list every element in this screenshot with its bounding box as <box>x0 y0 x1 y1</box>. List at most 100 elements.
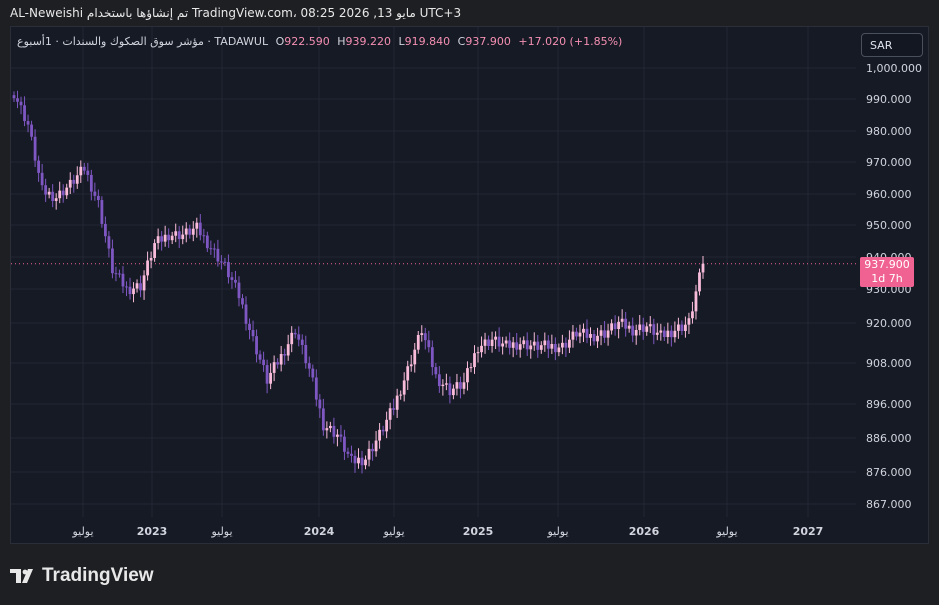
candle-body <box>462 382 466 389</box>
candle-body <box>269 372 273 384</box>
chart-caption: AL-Neweishi تم إنشاؤها باستخدام TradingV… <box>10 6 462 20</box>
candle-body <box>617 321 621 329</box>
candle-body <box>318 399 322 409</box>
candle-body <box>378 429 381 441</box>
candle-body <box>648 324 652 327</box>
candle-body <box>641 324 645 332</box>
candle-body <box>676 324 680 331</box>
candle-body <box>142 275 146 291</box>
candle-body <box>698 272 701 292</box>
candle-body <box>638 324 642 330</box>
candle-body <box>339 434 343 437</box>
candle-body <box>230 277 234 280</box>
candle-body <box>170 235 174 241</box>
candle-body <box>146 260 149 276</box>
candle-body <box>371 448 374 452</box>
candle-body <box>402 380 406 395</box>
candle-body <box>23 105 26 122</box>
candle-body <box>205 235 209 249</box>
candle-body <box>241 298 244 305</box>
candle-body <box>30 124 33 137</box>
x-tick-label: 2027 <box>793 525 824 538</box>
candle-body <box>441 384 445 387</box>
candle-body <box>413 349 417 365</box>
candle-body <box>51 191 55 201</box>
candle-body <box>701 263 705 273</box>
candle-body <box>673 330 677 338</box>
candle-body <box>132 288 135 295</box>
currency-selector-button[interactable]: SAR <box>861 33 923 57</box>
x-tick-label: يوليو <box>546 525 568 538</box>
candle-body <box>79 166 83 176</box>
open-key: O <box>275 35 285 48</box>
candle-body <box>550 344 554 349</box>
candle-body <box>620 318 624 322</box>
brand-name: TradingView <box>42 565 154 586</box>
candle-body <box>290 332 294 345</box>
candle-body <box>258 354 262 360</box>
candle-body <box>86 170 90 175</box>
bar-countdown: 1d 7h <box>871 272 903 285</box>
candle-body <box>564 342 568 348</box>
candle-body <box>539 345 543 350</box>
candle-body <box>532 341 536 346</box>
candle-body <box>297 334 301 340</box>
candle-body <box>276 362 280 365</box>
candle-body <box>188 228 192 235</box>
candle-body <box>455 382 459 389</box>
candle-body <box>385 419 389 432</box>
candle-body <box>406 366 410 381</box>
candle-body <box>515 342 519 350</box>
x-tick-label: يوليو <box>210 525 232 538</box>
x-tick-label: 2024 <box>304 525 335 538</box>
brand-logo[interactable]: TradingView <box>10 563 154 589</box>
candle-body <box>652 324 656 335</box>
candle-body <box>135 283 139 289</box>
candle-body <box>255 336 258 355</box>
candle-body <box>293 332 297 335</box>
candle-body <box>631 325 635 336</box>
candle-body <box>399 394 403 396</box>
candle-body <box>427 340 431 348</box>
candle-body <box>160 236 164 242</box>
y-tick-label: 876.000 <box>866 466 912 479</box>
candle-body <box>684 324 687 331</box>
candle-body <box>40 172 44 186</box>
y-tick-label: 908.000 <box>866 357 912 370</box>
candle-body <box>624 318 628 329</box>
candle-body <box>248 323 251 330</box>
candle-body <box>177 231 181 240</box>
price-chart[interactable]: 1,000.000 990.000 980.000 970.000 960.000 950… <box>11 27 928 543</box>
candle-body <box>669 330 673 338</box>
x-tick-label: يوليو <box>71 525 93 538</box>
chart-area[interactable]: 1,000.000 990.000 980.000 970.000 960.000 950… <box>10 26 929 544</box>
candle-body <box>553 344 557 353</box>
candle-body <box>536 341 540 350</box>
candle-body <box>525 340 529 350</box>
candle-body <box>195 222 199 229</box>
candle-body <box>47 191 51 195</box>
candle-body <box>416 335 420 350</box>
candle-body <box>167 234 171 241</box>
candle-body <box>332 425 336 437</box>
candle-body <box>279 354 283 365</box>
candle-body <box>33 136 37 161</box>
candle-body <box>613 323 617 329</box>
candle-body <box>244 304 248 324</box>
candle-body <box>202 235 206 237</box>
candle-body <box>26 121 30 125</box>
tradingview-logo-icon <box>10 569 33 583</box>
candle-body <box>662 330 666 337</box>
high-value: 939.220 <box>345 35 392 48</box>
candle-body <box>234 279 237 283</box>
high-key: H <box>337 35 346 48</box>
candle-body <box>645 326 649 332</box>
candle-body <box>212 248 216 250</box>
y-tick-label: 920.000 <box>866 317 912 330</box>
candle-body <box>592 334 596 342</box>
candle-body <box>54 198 58 201</box>
candle-body <box>75 175 79 184</box>
candle-body <box>16 98 19 102</box>
y-tick-label: 960.000 <box>866 188 912 201</box>
candle-body <box>163 234 167 242</box>
